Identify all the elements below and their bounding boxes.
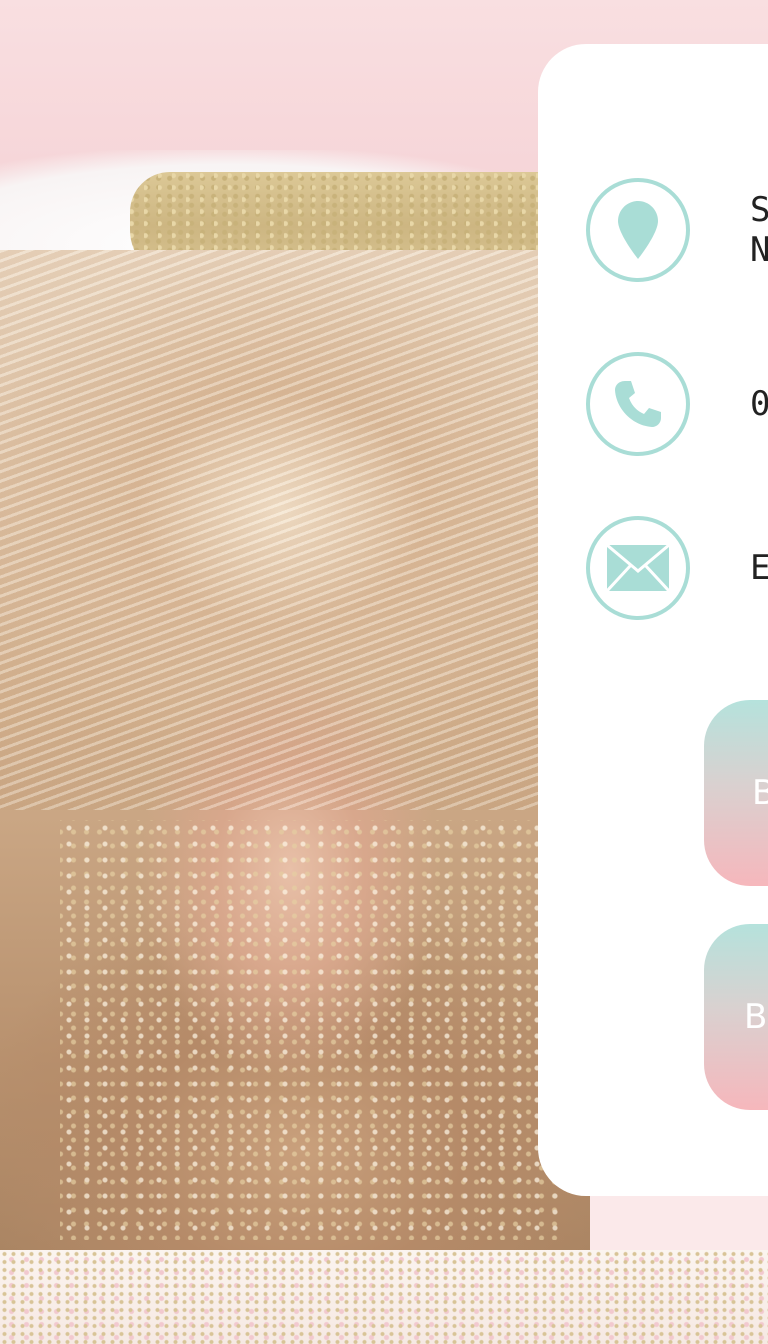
phone-icon (586, 352, 690, 456)
email-row[interactable]: E (586, 516, 768, 620)
map-pin-icon (586, 178, 690, 282)
phone-text: 0 (750, 384, 768, 424)
phone-row[interactable]: 0 (586, 352, 768, 456)
address-line-2: N (750, 230, 768, 270)
envelope-icon (586, 516, 690, 620)
address-row[interactable]: S N (586, 178, 768, 282)
address-text: S N (750, 190, 768, 270)
book-button-1[interactable]: B (704, 700, 768, 886)
bottom-glitter-band (0, 1250, 768, 1344)
book-button-2[interactable]: B (704, 924, 768, 1110)
photo-hair-texture (0, 250, 590, 810)
address-line-1: S (750, 190, 768, 230)
photo-sequin-texture (60, 820, 560, 1240)
contact-card: S N 0 E B B (538, 44, 768, 1196)
page: S N 0 E B B (0, 0, 768, 1344)
email-text: E (750, 548, 768, 588)
